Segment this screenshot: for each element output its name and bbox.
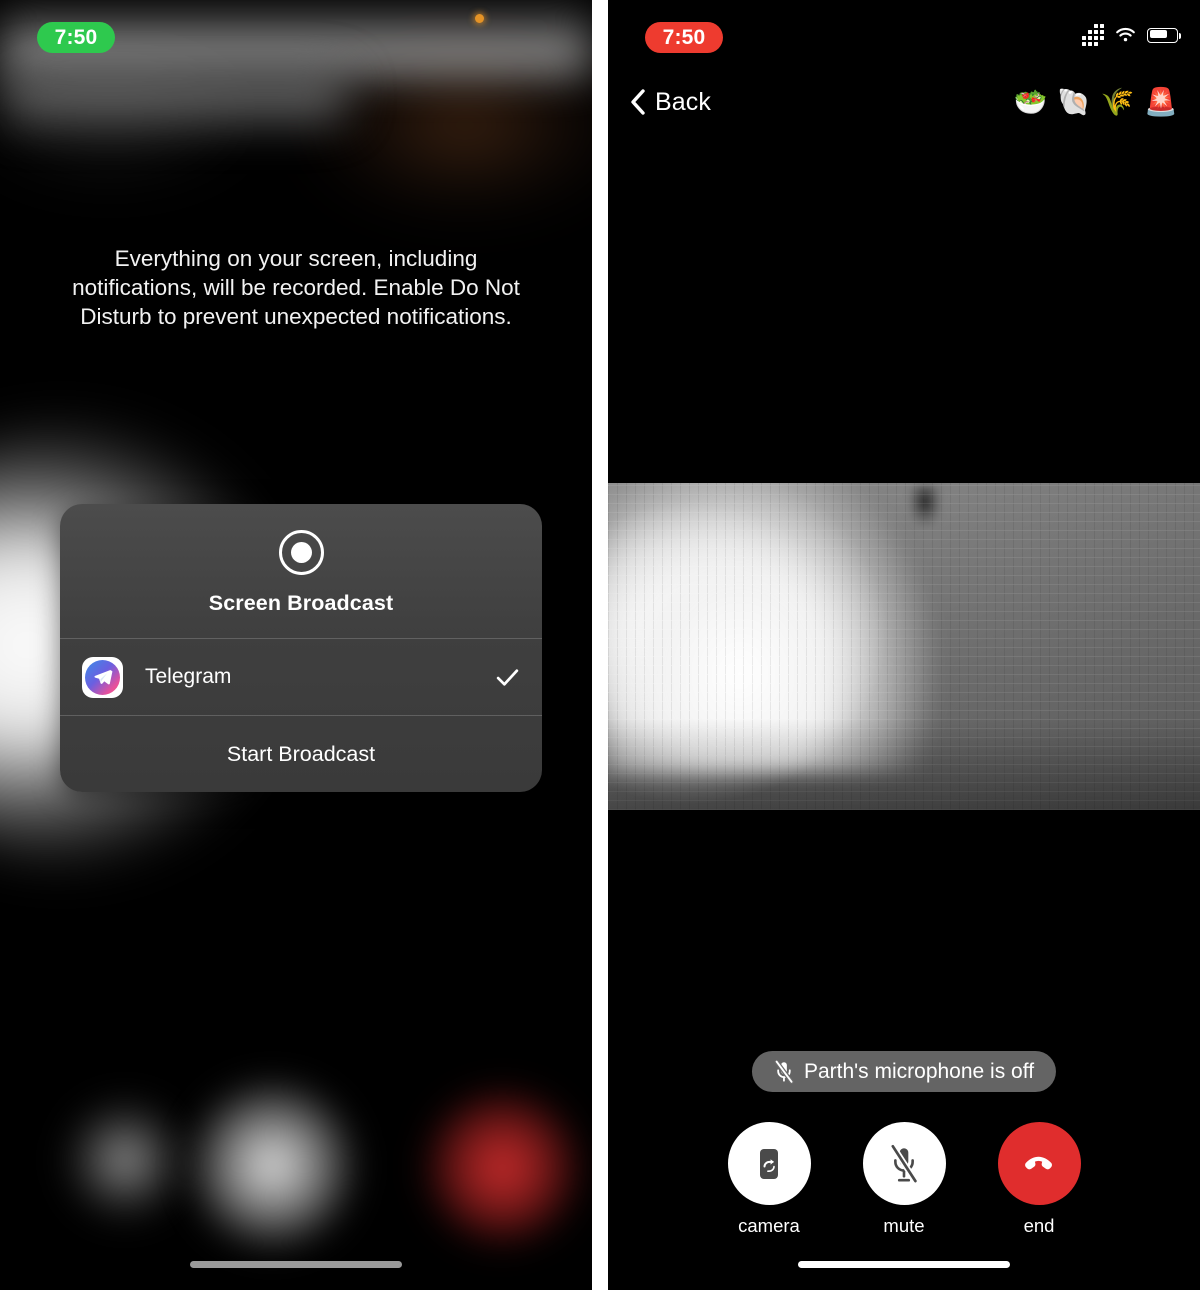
background-blur-camera-button xyxy=(60,1095,190,1225)
chevron-left-icon xyxy=(631,89,645,115)
emoji-siren-icon[interactable]: 🚨 xyxy=(1144,88,1178,116)
wifi-icon xyxy=(1116,27,1135,42)
microphone-off-icon xyxy=(889,1143,919,1184)
status-time-pill-recording: 7:50 xyxy=(37,22,115,53)
emoji-rice-icon[interactable]: 🌾 xyxy=(1101,88,1135,116)
camera-flip-icon xyxy=(760,1148,778,1179)
telegram-icon xyxy=(82,656,123,698)
emoji-salad-icon[interactable]: 🥗 xyxy=(1014,88,1048,116)
panel-divider xyxy=(592,0,608,1290)
mute-control[interactable]: mute xyxy=(862,1122,946,1237)
cellular-signal-icon xyxy=(1082,24,1104,46)
home-indicator-right[interactable] xyxy=(798,1261,1010,1268)
background-blur-end-button xyxy=(420,1085,585,1250)
broadcast-notice-text: Everything on your screen, including not… xyxy=(72,246,520,329)
back-button-label: Back xyxy=(655,87,711,116)
background-blur-mic-banner xyxy=(0,70,350,122)
sheet-header: Screen Broadcast xyxy=(60,504,542,638)
right-status-bar: 7:50 xyxy=(608,0,1200,68)
end-label: end xyxy=(1023,1215,1055,1236)
status-bar-indicators xyxy=(1082,24,1181,46)
broadcast-app-row-telegram[interactable]: Telegram xyxy=(60,639,542,715)
video-feed-vignette xyxy=(608,483,1200,810)
battery-icon xyxy=(1147,27,1181,43)
right-phone-screen: 7:50 Back 🥗 🐚 🌾 🚨 Parth's microphone is … xyxy=(608,0,1200,1290)
end-call-button[interactable] xyxy=(997,1122,1081,1205)
back-button[interactable]: Back xyxy=(630,88,711,117)
microphone-status-banner: Parth's microphone is off xyxy=(751,1051,1057,1092)
record-circle-icon xyxy=(278,530,324,575)
screen-broadcast-sheet: Screen Broadcast Telegram Start Broadcas… xyxy=(60,504,542,792)
video-feed[interactable] xyxy=(608,483,1200,810)
left-phone-screen: 7:50 Everything on your screen, includin… xyxy=(0,0,592,1290)
call-controls: camera mute end xyxy=(608,1122,1200,1237)
camera-control[interactable]: camera xyxy=(727,1122,811,1237)
start-broadcast-button[interactable]: Start Broadcast xyxy=(60,716,542,792)
microphone-status-text: Parth's microphone is off xyxy=(803,1059,1035,1083)
end-control[interactable]: end xyxy=(997,1122,1081,1237)
checkmark-icon xyxy=(496,668,519,686)
camera-button[interactable] xyxy=(727,1122,811,1205)
left-status-bar: 7:50 xyxy=(0,0,592,68)
mute-label: mute xyxy=(883,1215,925,1236)
broadcast-app-name: Telegram xyxy=(145,665,232,688)
end-call-icon xyxy=(1025,1156,1052,1169)
emoji-shell-icon[interactable]: 🐚 xyxy=(1057,88,1091,116)
camera-label: camera xyxy=(738,1215,800,1236)
sheet-title: Screen Broadcast xyxy=(208,591,394,615)
microphone-off-icon xyxy=(774,1059,794,1084)
participant-emoji-row: 🥗 🐚 🌾 🚨 xyxy=(1014,88,1179,116)
background-blur-mute-button xyxy=(185,1078,360,1253)
call-nav-bar: Back 🥗 🐚 🌾 🚨 xyxy=(608,72,1200,132)
home-indicator-left[interactable] xyxy=(190,1261,402,1268)
status-time-pill-call: 7:50 xyxy=(645,22,723,53)
screenshot-board: 7:50 Everything on your screen, includin… xyxy=(0,0,1200,1290)
mute-button[interactable] xyxy=(862,1122,946,1205)
